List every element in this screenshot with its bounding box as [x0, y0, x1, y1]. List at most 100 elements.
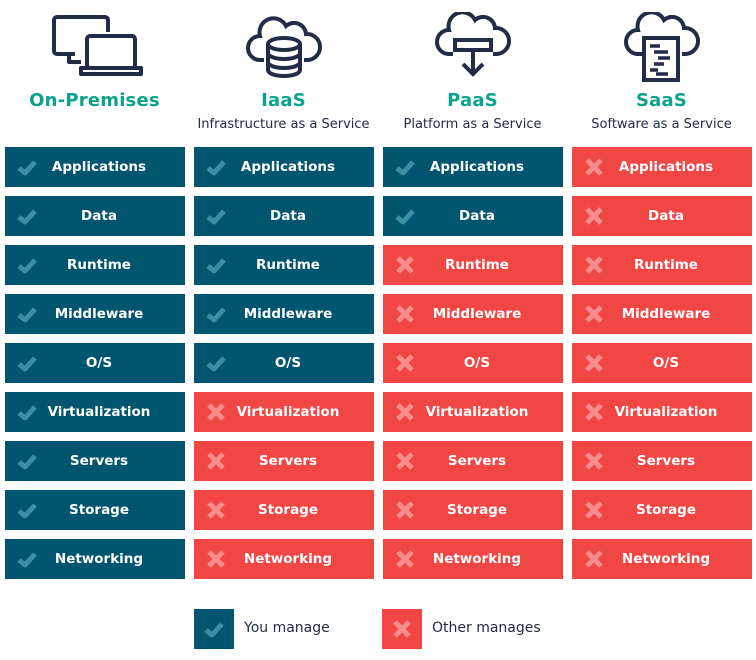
- cell-iaas-runtime: Runtime: [194, 245, 374, 285]
- legend-other-swatch: [382, 609, 422, 649]
- cell-label: Middleware: [243, 306, 333, 322]
- cross-icon: [396, 550, 414, 568]
- cell-label: O/S: [463, 355, 491, 371]
- cross-icon: [396, 305, 414, 323]
- cell-label: Virtualization: [47, 404, 151, 420]
- cross-icon: [396, 501, 414, 519]
- cell-label: Storage: [635, 502, 697, 518]
- cell-label: Storage: [257, 502, 319, 518]
- cell-label: Networking: [432, 551, 522, 567]
- cell-iaas-virtualization: Virtualization: [194, 392, 374, 432]
- cross-icon: [585, 305, 603, 323]
- cell-onprem-networking: Networking: [5, 539, 185, 579]
- cell-label: Runtime: [256, 257, 320, 273]
- column-title: SaaS: [635, 90, 688, 111]
- cross-icon: [585, 158, 603, 176]
- check-icon: [17, 405, 37, 421]
- cell-paas-runtime: Runtime: [383, 245, 563, 285]
- column-subtitle: Platform as a Service: [403, 117, 542, 132]
- cell-label: Servers: [69, 453, 129, 469]
- check-icon: [17, 307, 37, 323]
- cross-icon: [585, 207, 603, 225]
- cell-label: Networking: [243, 551, 333, 567]
- cell-saas-os: O/S: [572, 343, 752, 383]
- cell-iaas-os: O/S: [194, 343, 374, 383]
- column-title: PaaS: [447, 90, 498, 111]
- cell-label: Data: [270, 208, 306, 224]
- cell-saas-runtime: Runtime: [572, 245, 752, 285]
- check-icon: [206, 356, 226, 372]
- cell-saas-storage: Storage: [572, 490, 752, 530]
- cross-icon: [396, 354, 414, 372]
- cell-label: Data: [459, 208, 495, 224]
- cloud-database-icon: [244, 12, 324, 86]
- cross-icon: [207, 403, 225, 421]
- check-icon: [17, 552, 37, 568]
- check-icon: [17, 503, 37, 519]
- column-title: On-Premises: [29, 90, 160, 111]
- cell-onprem-middleware: Middleware: [5, 294, 185, 334]
- cell-saas-applications: Applications: [572, 147, 752, 187]
- cross-icon: [393, 620, 411, 638]
- cross-icon: [207, 501, 225, 519]
- cell-label: Virtualization: [236, 404, 340, 420]
- cross-icon: [396, 256, 414, 274]
- cell-label: Networking: [621, 551, 711, 567]
- cross-icon: [585, 550, 603, 568]
- check-icon: [206, 160, 226, 176]
- cell-onprem-runtime: Runtime: [5, 245, 185, 285]
- column-header-iaas: IaaS Infrastructure as a Service: [189, 0, 378, 140]
- cell-label: Applications: [429, 159, 525, 175]
- cell-paas-storage: Storage: [383, 490, 563, 530]
- check-icon: [395, 160, 415, 176]
- column-header-onprem: On-Premises: [0, 0, 189, 140]
- check-icon: [17, 258, 37, 274]
- cell-iaas-middleware: Middleware: [194, 294, 374, 334]
- cell-label: Middleware: [432, 306, 522, 322]
- cell-label: O/S: [85, 355, 113, 371]
- column-title: IaaS: [261, 90, 306, 111]
- cell-onprem-applications: Applications: [5, 147, 185, 187]
- cell-label: Applications: [240, 159, 336, 175]
- cell-label: Runtime: [67, 257, 131, 273]
- column-header-paas: PaaS Platform as a Service: [378, 0, 567, 140]
- cell-label: Middleware: [54, 306, 144, 322]
- cell-onprem-storage: Storage: [5, 490, 185, 530]
- cell-label: Servers: [636, 453, 696, 469]
- cell-saas-servers: Servers: [572, 441, 752, 481]
- check-icon: [395, 209, 415, 225]
- cell-label: Servers: [258, 453, 318, 469]
- check-icon: [17, 209, 37, 225]
- cell-iaas-applications: Applications: [194, 147, 374, 187]
- cross-icon: [207, 550, 225, 568]
- cell-saas-networking: Networking: [572, 539, 752, 579]
- check-icon: [204, 622, 224, 638]
- cross-icon: [585, 354, 603, 372]
- cross-icon: [585, 452, 603, 470]
- cell-label: Storage: [68, 502, 130, 518]
- cell-paas-data: Data: [383, 196, 563, 236]
- cell-label: O/S: [652, 355, 680, 371]
- cell-saas-middleware: Middleware: [572, 294, 752, 334]
- cross-icon: [585, 501, 603, 519]
- cross-icon: [585, 256, 603, 274]
- cloud-download-icon: [433, 10, 513, 86]
- cloud-document-icon: [622, 10, 702, 86]
- cell-label: Data: [81, 208, 117, 224]
- check-icon: [17, 160, 37, 176]
- column-subtitle: Software as a Service: [591, 117, 732, 132]
- cell-paas-middleware: Middleware: [383, 294, 563, 334]
- cross-icon: [396, 403, 414, 421]
- cell-paas-virtualization: Virtualization: [383, 392, 563, 432]
- legend-other-label: Other manages: [432, 620, 541, 636]
- cell-label: Virtualization: [425, 404, 529, 420]
- cell-label: Storage: [446, 502, 508, 518]
- cell-label: Data: [648, 208, 684, 224]
- cell-iaas-servers: Servers: [194, 441, 374, 481]
- cell-onprem-virtualization: Virtualization: [5, 392, 185, 432]
- check-icon: [206, 307, 226, 323]
- cell-onprem-servers: Servers: [5, 441, 185, 481]
- cell-paas-applications: Applications: [383, 147, 563, 187]
- cross-icon: [396, 452, 414, 470]
- cell-paas-networking: Networking: [383, 539, 563, 579]
